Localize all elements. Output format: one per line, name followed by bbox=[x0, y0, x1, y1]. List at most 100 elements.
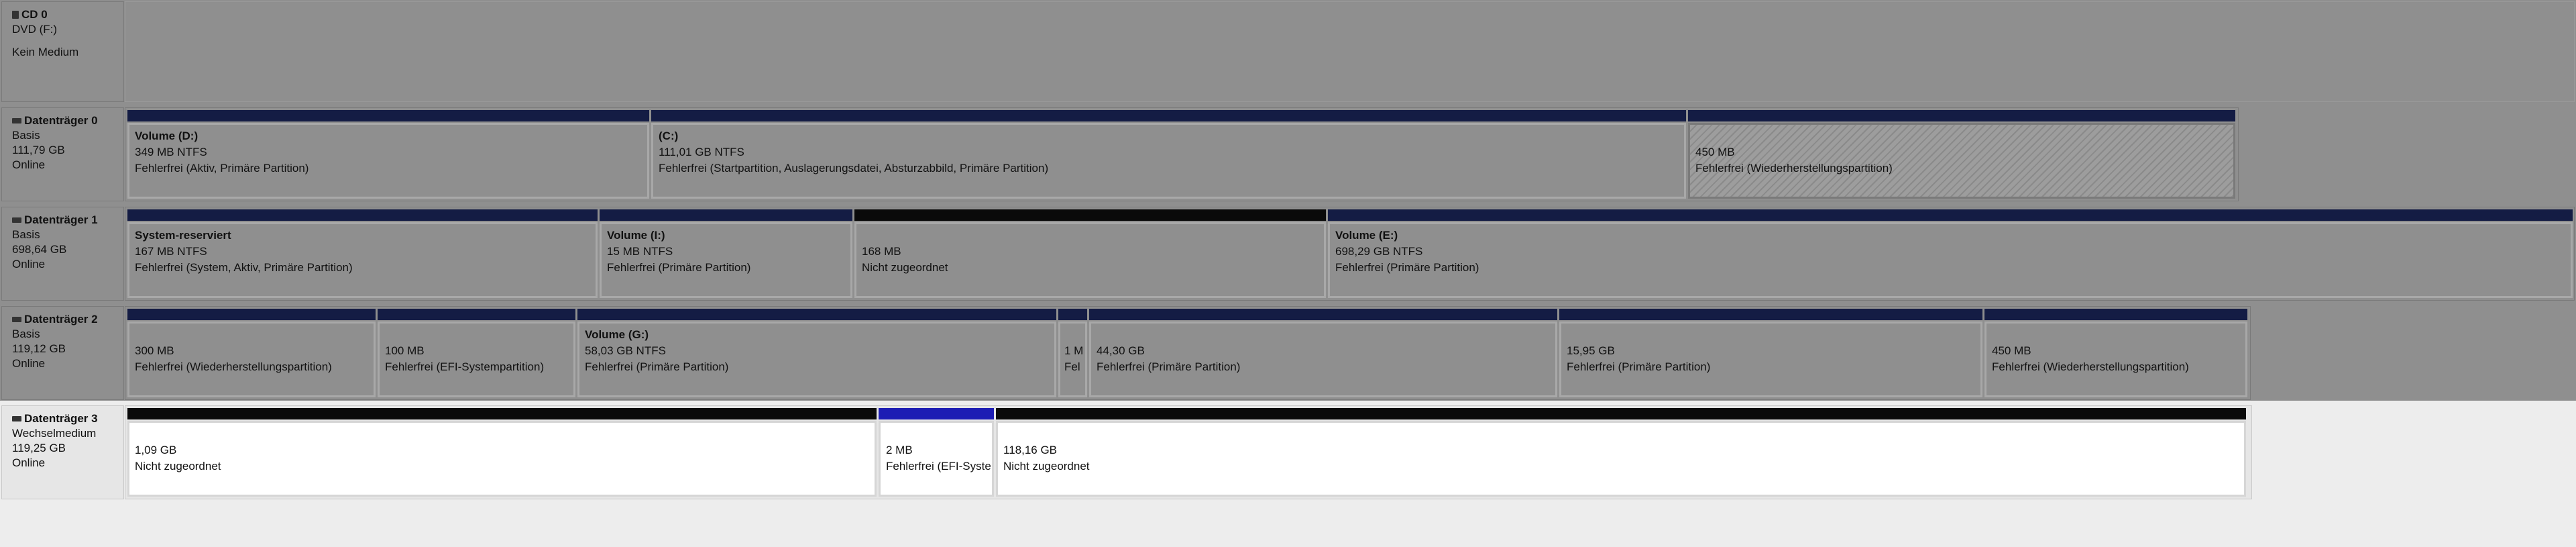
partition-status: Fehlerfrei (Wiederherstellungspartition) bbox=[135, 360, 332, 373]
partition-body: 100 MB Fehlerfrei (EFI-Systempartition) bbox=[378, 321, 575, 397]
partition-bar bbox=[127, 110, 649, 121]
partition-size: 450 MB bbox=[1695, 146, 1735, 158]
partition-bar bbox=[996, 408, 2246, 419]
partition-title: Volume (G:) bbox=[585, 328, 649, 341]
partition-title: (C:) bbox=[659, 130, 679, 142]
partition-unallocated[interactable]: 168 MB Nicht zugeordnet bbox=[854, 209, 1326, 298]
cd0-status: Kein Medium bbox=[12, 46, 79, 58]
partition-body: 168 MB Nicht zugeordnet bbox=[854, 222, 1326, 298]
disk0-size: 111,79 GB bbox=[12, 144, 65, 156]
partition-efi[interactable]: 2 MB Fehlerfrei (EFI-Syste bbox=[879, 408, 994, 497]
partition-body: (C:) 111,01 GB NTFS Fehlerfrei (Startpar… bbox=[651, 123, 1686, 199]
partition-body: 44,30 GB Fehlerfrei (Primäre Partition) bbox=[1089, 321, 1557, 397]
partition-bar bbox=[1328, 209, 2573, 221]
disk2-partitions: 300 MB Fehlerfrei (Wiederherstellungspar… bbox=[125, 306, 2251, 400]
partition-status: Fehlerfrei (Wiederherstellungspartition) bbox=[1992, 360, 2189, 373]
partition-body: 450 MB Fehlerfrei (Wiederherstellungspar… bbox=[1984, 321, 2247, 397]
partition-status: Fehlerfrei (EFI-Systempartition) bbox=[385, 360, 545, 373]
disk1-name: Datenträger 1 bbox=[24, 213, 98, 226]
disk2-name: Datenträger 2 bbox=[24, 313, 98, 326]
cd0-type: DVD (F:) bbox=[12, 23, 58, 36]
partition-status: Fehlerfrei (Aktiv, Primäre Partition) bbox=[135, 162, 309, 175]
partition-volume-e[interactable]: Volume (E:) 698,29 GB NTFS Fehlerfrei (P… bbox=[1328, 209, 2573, 298]
disk0-partitions: Volume (D:) 349 MB NTFS Fehlerfrei (Akti… bbox=[125, 107, 2239, 201]
partition-bar bbox=[1058, 309, 1087, 320]
partition-system-reserved[interactable]: System-reserviert 167 MB NTFS Fehlerfrei… bbox=[127, 209, 598, 298]
disk1-label[interactable]: Datenträger 1 Basis 698,64 GB Online bbox=[1, 207, 124, 301]
partition-size: 698,29 GB NTFS bbox=[1335, 245, 1423, 258]
cd0-name-row: CD 0 bbox=[12, 7, 123, 22]
disk3-label[interactable]: Datenträger 3 Wechselmedium 119,25 GB On… bbox=[1, 405, 124, 499]
partition-efi[interactable]: 100 MB Fehlerfrei (EFI-Systempartition) bbox=[378, 309, 575, 397]
partition-status: Fehlerfrei (Primäre Partition) bbox=[1335, 261, 1479, 274]
partition-body: 300 MB Fehlerfrei (Wiederherstellungspar… bbox=[127, 321, 376, 397]
partition-status: Nicht zugeordnet bbox=[1003, 460, 1090, 473]
partition-status: Fehlerfrei (EFI-Syste bbox=[886, 460, 991, 473]
partition-recovery[interactable]: 450 MB Fehlerfrei (Wiederherstellungspar… bbox=[1688, 110, 2235, 199]
partition-size: 1,09 GB bbox=[135, 444, 177, 456]
partition-recovery[interactable]: 300 MB Fehlerfrei (Wiederherstellungspar… bbox=[127, 309, 376, 397]
partition-size: 1 M bbox=[1064, 344, 1084, 357]
disk3-type: Wechselmedium bbox=[12, 427, 97, 440]
partition-title: Volume (E:) bbox=[1335, 229, 1398, 242]
disk0-label[interactable]: Datenträger 0 Basis 111,79 GB Online bbox=[1, 107, 124, 201]
partition-recovery-2[interactable]: 450 MB Fehlerfrei (Wiederherstellungspar… bbox=[1984, 309, 2247, 397]
partition-size: 118,16 GB bbox=[1003, 444, 1058, 456]
partition-body: 15,95 GB Fehlerfrei (Primäre Partition) bbox=[1559, 321, 1982, 397]
partition-volume-i[interactable]: Volume (I:) 15 MB NTFS Fehlerfrei (Primä… bbox=[600, 209, 852, 298]
partition-title: Volume (I:) bbox=[607, 229, 665, 242]
partition-size: 111,01 GB NTFS bbox=[659, 146, 744, 158]
disk2-label[interactable]: Datenträger 2 Basis 119,12 GB Online bbox=[1, 306, 124, 400]
disk1-type: Basis bbox=[12, 228, 40, 241]
partition-size: 15 MB NTFS bbox=[607, 245, 673, 258]
partition-body: System-reserviert 167 MB NTFS Fehlerfrei… bbox=[127, 222, 598, 298]
partition-unallocated-2[interactable]: 118,16 GB Nicht zugeordnet bbox=[996, 408, 2246, 497]
partition-size: 2 MB bbox=[886, 444, 913, 456]
partition-size: 15,95 GB bbox=[1567, 344, 1615, 357]
disk1-size: 698,64 GB bbox=[12, 243, 67, 256]
disk3-partitions: 1,09 GB Nicht zugeordnet 2 MB Fehlerfrei… bbox=[125, 405, 2252, 499]
partition-status: Fehlerfrei (Primäre Partition) bbox=[585, 360, 729, 373]
cd0-label[interactable]: CD 0 DVD (F:) Kein Medium bbox=[1, 1, 124, 102]
partition-status: Nicht zugeordnet bbox=[135, 460, 221, 473]
partition-44gb[interactable]: 44,30 GB Fehlerfrei (Primäre Partition) bbox=[1089, 309, 1557, 397]
disk2-name-row: Datenträger 2 bbox=[12, 312, 123, 327]
disk1-name-row: Datenträger 1 bbox=[12, 213, 123, 228]
partition-bar bbox=[854, 209, 1326, 221]
partition-bar bbox=[577, 309, 1056, 320]
partition-unallocated[interactable]: 1,09 GB Nicht zugeordnet bbox=[127, 408, 877, 497]
partition-c[interactable]: (C:) 111,01 GB NTFS Fehlerfrei (Startpar… bbox=[651, 110, 1686, 199]
partition-status: Fehlerfrei (Primäre Partition) bbox=[1567, 360, 1711, 373]
partition-bar bbox=[127, 309, 376, 320]
partition-small[interactable]: 1 M Fel bbox=[1058, 309, 1087, 397]
disk2-type: Basis bbox=[12, 328, 40, 340]
disk-icon bbox=[12, 217, 21, 223]
partition-bar bbox=[127, 408, 877, 419]
partition-status: Fehlerfrei (Startpartition, Auslagerungs… bbox=[659, 162, 1049, 175]
partition-body: 2 MB Fehlerfrei (EFI-Syste bbox=[879, 421, 994, 497]
partition-size: 349 MB NTFS bbox=[135, 146, 207, 158]
partition-bar bbox=[1984, 309, 2247, 320]
cd0-media-area[interactable] bbox=[125, 1, 2575, 102]
removable-disk-icon bbox=[12, 416, 21, 421]
partition-volume-d[interactable]: Volume (D:) 349 MB NTFS Fehlerfrei (Akti… bbox=[127, 110, 649, 199]
partition-bar bbox=[651, 110, 1686, 121]
cd0-name: CD 0 bbox=[21, 8, 48, 21]
disk3-name: Datenträger 3 bbox=[24, 412, 98, 425]
partition-bar bbox=[378, 309, 575, 320]
disk2-status: Online bbox=[12, 357, 46, 370]
partition-bar bbox=[879, 408, 994, 419]
cd-drive-icon bbox=[12, 11, 19, 19]
partition-title: Volume (D:) bbox=[135, 130, 199, 142]
partition-bar bbox=[127, 209, 598, 221]
partition-body: 118,16 GB Nicht zugeordnet bbox=[996, 421, 2246, 497]
partition-body: 1 M Fel bbox=[1058, 321, 1087, 397]
partition-size: 44,30 GB bbox=[1097, 344, 1145, 357]
disk1-status: Online bbox=[12, 258, 46, 270]
partition-size: 168 MB bbox=[862, 245, 901, 258]
disk-icon bbox=[12, 317, 21, 322]
partition-volume-g[interactable]: Volume (G:) 58,03 GB NTFS Fehlerfrei (Pr… bbox=[577, 309, 1056, 397]
partition-status: Fehlerfrei (Primäre Partition) bbox=[1097, 360, 1241, 373]
partition-15gb[interactable]: 15,95 GB Fehlerfrei (Primäre Partition) bbox=[1559, 309, 1982, 397]
partition-bar bbox=[1688, 110, 2235, 121]
